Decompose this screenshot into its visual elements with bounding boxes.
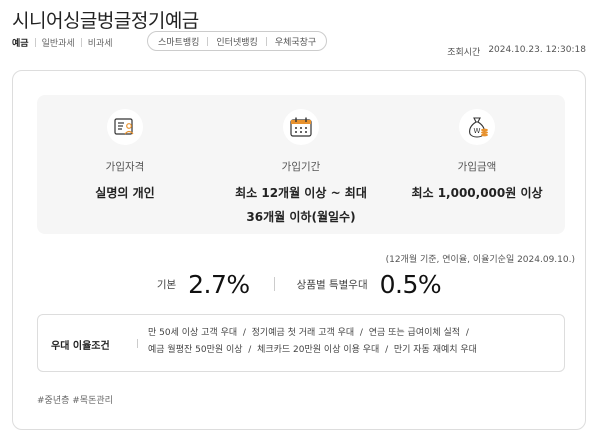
period-value-line1: 최소 12개월 이상 ~ 최대 — [235, 186, 367, 200]
channel-divider — [207, 36, 209, 46]
product-card: 가입자격 실명의 개인 가입기간 최소 12개월 이상 ~ 최대 36개월 이하… — [12, 70, 586, 430]
interest-rates: 기본 2.7% 상품별 특별우대 0.5% — [13, 267, 585, 301]
tag-divider — [80, 37, 82, 47]
period-label: 가입기간 — [281, 161, 321, 173]
svg-text:W: W — [474, 127, 481, 135]
inquiry-time: 조회시간 2024.10.23. 12:30:18 — [447, 45, 586, 58]
product-title: 시니어싱글벙글정기예금 — [12, 10, 199, 32]
tag-deposit: 예금 — [12, 38, 29, 49]
tag-general-tax: 일반과세 — [41, 38, 75, 49]
amount-value: 최소 1,000,000원 이상 — [411, 186, 543, 200]
hashtags: #중년층 #목돈관리 — [37, 396, 113, 406]
channel-pills: 스마트뱅킹 인터넷뱅킹 우체국창구 — [147, 31, 328, 51]
inquiry-time-label: 조회시간 — [447, 48, 481, 58]
channel-post-office-counter: 우체국창구 — [274, 37, 317, 48]
money-bag-icon: W — [459, 109, 495, 145]
rate-divider — [273, 277, 275, 291]
condition-separator: / — [465, 328, 469, 338]
amount-column: W 가입금액 최소 1,000,000원 이상 — [389, 95, 565, 234]
period-column: 가입기간 최소 12개월 이상 ~ 최대 36개월 이하(월일수) — [213, 95, 389, 234]
tag-tax-free: 비과세 — [87, 38, 113, 49]
preferential-conditions: 우대 이율조건 만 50세 이상 고객 우대 / 정기예금 첫 거래 고객 우대… — [37, 314, 565, 372]
eligibility-value: 실명의 개인 — [95, 186, 155, 200]
condition-separator: / — [242, 328, 246, 338]
amount-label: 가입금액 — [457, 161, 497, 173]
calendar-icon — [283, 109, 319, 145]
rate-basis-note: (12개월 기준, 연이율, 이율기순일 2024.09.10.) — [385, 255, 575, 265]
bonus-rate-label: 상품별 특별우대 — [296, 278, 368, 291]
condition-item: 연금 또는 급여이체 실적 — [368, 328, 461, 338]
period-value-line2: 36개월 이하(월일수) — [246, 210, 356, 224]
summary-box: 가입자격 실명의 개인 가입기간 최소 12개월 이상 ~ 최대 36개월 이하… — [37, 95, 565, 234]
condition-separator: / — [359, 328, 363, 338]
condition-item: 만 50세 이상 고객 우대 — [148, 328, 238, 338]
base-rate-value: 2.7% — [188, 269, 250, 299]
condition-item: 만기 자동 재예치 우대 — [393, 345, 477, 355]
period-value: 최소 12개월 이상 ~ 최대 36개월 이하(월일수) — [213, 181, 389, 229]
eligibility-column: 가입자격 실명의 개인 — [37, 95, 213, 234]
condition-separator: / — [248, 345, 252, 355]
base-rate-label: 기본 — [156, 278, 177, 291]
channel-divider — [265, 36, 267, 46]
condition-item: 체크카드 20만원 이상 이용 우대 — [257, 345, 380, 355]
channel-internet-banking: 인터넷뱅킹 — [216, 37, 258, 48]
tag-divider — [34, 37, 36, 47]
person-document-icon — [107, 109, 143, 145]
condition-item: 정기예금 첫 거래 고객 우대 — [251, 328, 355, 338]
preferential-label: 우대 이율조건 — [51, 341, 110, 352]
preferential-line-1: 만 50세 이상 고객 우대 / 정기예금 첫 거래 고객 우대 / 연금 또는… — [148, 325, 558, 342]
preferential-conditions-text: 만 50세 이상 고객 우대 / 정기예금 첫 거래 고객 우대 / 연금 또는… — [148, 325, 558, 359]
condition-separator: / — [385, 345, 389, 355]
condition-item: 예금 월평잔 50만원 이상 — [148, 345, 243, 355]
eligibility-label: 가입자격 — [105, 161, 145, 173]
channel-smart-banking: 스마트뱅킹 — [158, 37, 200, 48]
preferential-divider — [137, 339, 138, 348]
bonus-rate-value: 0.5% — [379, 269, 442, 299]
inquiry-time-value: 2024.10.23. 12:30:18 — [488, 45, 586, 55]
preferential-line-2: 예금 월평잔 50만원 이상 / 체크카드 20만원 이상 이용 우대 / 만기… — [148, 342, 558, 359]
product-tags: 예금 일반과세 비과세 — [12, 35, 113, 49]
